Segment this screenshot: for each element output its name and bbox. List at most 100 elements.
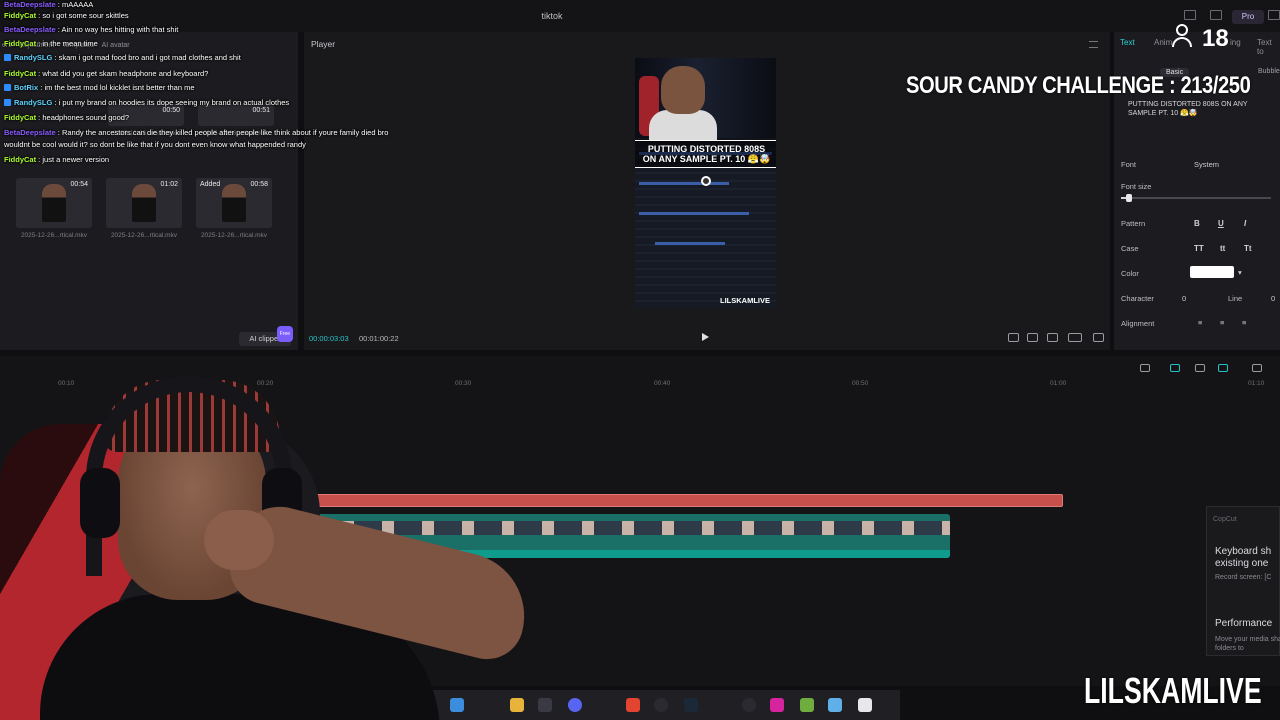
chat-text: Ain no way hes hitting with that shit xyxy=(61,25,179,34)
clip-duration: 00:58 xyxy=(250,181,268,188)
chat-message: FiddyCat : what did you get skam headpho… xyxy=(4,69,208,78)
color-label: Color xyxy=(1121,269,1139,278)
chat-badge-icon xyxy=(4,99,11,106)
chat-username: FiddyCat xyxy=(4,113,37,122)
menu-icon[interactable] xyxy=(1089,41,1098,48)
text-preview[interactable]: PUTTING DISTORTED 808S ON ANY SAMPLE PT.… xyxy=(1128,100,1248,118)
media-clip[interactable]: 00:54 2025-12-26...rtical.mkv xyxy=(16,178,92,239)
chat-message: FiddyCat : so i got some sour skittles xyxy=(4,11,129,20)
discord-icon[interactable] xyxy=(568,698,582,712)
align-right-icon[interactable]: ≡ xyxy=(1242,318,1246,327)
instagram-icon[interactable] xyxy=(770,698,784,712)
clip-thumbnail: 00:54 xyxy=(16,178,92,228)
project-title: tiktok xyxy=(541,11,563,21)
chat-text: Randy the ancestors can die they killed … xyxy=(61,128,389,137)
streamer-name: LILSKAMLIVE xyxy=(1084,670,1262,711)
steam-icon[interactable] xyxy=(684,698,698,712)
screen: tiktok Pro ers Adjustment Templates AI a… xyxy=(0,0,1280,720)
brave-icon[interactable] xyxy=(626,698,640,712)
window-icon[interactable] xyxy=(1210,10,1222,20)
preview-axis-icon[interactable] xyxy=(1195,364,1205,372)
tab-tracking[interactable]: ing xyxy=(1230,38,1241,47)
media-clip[interactable]: Added 00:58 2025-12-26...rtical.mkv xyxy=(196,178,272,239)
screenshot-icon[interactable] xyxy=(1047,333,1058,342)
subtab-bubble[interactable]: Bubble xyxy=(1258,68,1280,75)
chat-text: so i got some sour skittles xyxy=(42,11,129,20)
ratio-icon[interactable] xyxy=(1068,333,1082,342)
viewer-count: 18 xyxy=(1172,24,1229,53)
ai-clipper-button[interactable]: AI clipper Free xyxy=(239,326,293,346)
lowercase-button[interactable]: tt xyxy=(1220,244,1225,253)
total-timecode: 00:01:00:22 xyxy=(359,334,399,343)
rotate-handle[interactable] xyxy=(701,176,711,186)
preview-shirt xyxy=(649,110,717,140)
bold-button[interactable]: B xyxy=(1194,219,1200,228)
subtitle-icon[interactable] xyxy=(1027,333,1038,342)
pro-badge[interactable]: Pro xyxy=(1232,10,1264,24)
fullscreen-icon[interactable] xyxy=(1093,333,1104,342)
video-preview[interactable]: PUTTING DISTORTED 808S ON ANY SAMPLE PT.… xyxy=(635,58,776,308)
chat-username: BotRix xyxy=(14,83,39,92)
notepad-icon[interactable] xyxy=(828,698,842,712)
chat-username: BetaDeepslate xyxy=(4,25,56,34)
zoom-icon[interactable] xyxy=(1252,364,1262,372)
crop-icon[interactable] xyxy=(1008,333,1019,342)
play-icon[interactable] xyxy=(702,333,709,341)
chrome-icon[interactable] xyxy=(654,698,668,712)
stream-chat: BetaDeepslate : mAAAAA FiddyCat : so i go… xyxy=(0,0,420,170)
tab-text-to-speech[interactable]: Text to xyxy=(1257,38,1280,56)
tab-text[interactable]: Text xyxy=(1120,38,1135,47)
font-size-handle[interactable] xyxy=(1125,194,1132,202)
clip-name: 2025-12-26...rtical.mkv xyxy=(200,232,268,239)
font-select[interactable]: System xyxy=(1194,160,1219,169)
clip-preview-figure xyxy=(42,184,66,222)
uppercase-button[interactable]: TT xyxy=(1194,244,1204,253)
caption-text: PUTTING DISTORTED 808S ON ANY SAMPLE PT.… xyxy=(635,144,776,164)
4k-icon[interactable] xyxy=(742,698,756,712)
alignment-label: Alignment xyxy=(1121,319,1155,328)
italic-button[interactable]: I xyxy=(1244,219,1246,228)
align-left-icon[interactable]: ≡ xyxy=(1198,318,1202,327)
export-icon[interactable] xyxy=(1268,10,1280,20)
caption-line-1: PUTTING DISTORTED 808S xyxy=(647,144,766,154)
color-swatch[interactable] xyxy=(1190,266,1234,278)
caption-selection-box[interactable]: PUTTING DISTORTED 808S ON ANY SAMPLE PT.… xyxy=(635,140,776,168)
character-spacing-input[interactable]: 0 xyxy=(1182,294,1186,303)
layout-icon[interactable] xyxy=(1184,10,1196,20)
link-icon[interactable] xyxy=(1170,364,1180,372)
media-clip[interactable]: 01:02 2025-12-26...rtical.mkv xyxy=(106,178,182,239)
pattern-label: Pattern xyxy=(1121,219,1146,228)
character-label: Character xyxy=(1121,294,1154,303)
align-center-icon[interactable]: ≡ xyxy=(1220,318,1224,327)
microphone-icon[interactable] xyxy=(1140,364,1150,372)
game-icon[interactable] xyxy=(800,698,814,712)
clip-preview-figure xyxy=(222,184,246,222)
chat-username: RandySLG xyxy=(14,98,53,107)
clip-thumbnail: 01:02 xyxy=(106,178,182,228)
chevron-down-icon[interactable]: ▾ xyxy=(1238,268,1242,277)
tab-animation[interactable]: Anim xyxy=(1154,38,1172,47)
ruler-tick: 01:00 xyxy=(1050,380,1067,387)
tip-text-record: Record screen: [C xyxy=(1215,574,1272,581)
chat-text: im the best mod lol kicklet isnt better … xyxy=(44,83,195,92)
chat-text: headphones sound good? xyxy=(42,113,130,122)
headset-ear-cup xyxy=(80,468,120,538)
chat-message: BetaDeepslate : Ain no way hes hitting w… xyxy=(4,25,178,34)
store-icon[interactable] xyxy=(538,698,552,712)
ruler-tick: 00:50 xyxy=(852,380,869,387)
tips-popup[interactable]: CopCut Keyboard sh existing one Record s… xyxy=(1206,506,1280,656)
chat-message: FiddyCat : in the mean time xyxy=(4,39,98,48)
underline-button[interactable]: U xyxy=(1218,219,1224,228)
line-spacing-input[interactable]: 0 xyxy=(1271,294,1275,303)
chat-username: FiddyCat xyxy=(4,39,37,48)
font-label: Font xyxy=(1121,160,1137,169)
titlecase-button[interactable]: Tt xyxy=(1244,244,1252,253)
preview-watermark: LILSKAMLIVE xyxy=(720,296,770,305)
snap-icon[interactable] xyxy=(1218,364,1228,372)
chat-username: FiddyCat xyxy=(4,69,37,78)
capcut-icon[interactable] xyxy=(858,698,872,712)
chat-message: wouldnt be cool would it? so dont be lik… xyxy=(4,140,306,149)
font-size-slider[interactable] xyxy=(1121,194,1271,202)
chat-text: i put my brand on hoodies its dope seein… xyxy=(58,98,290,107)
chat-text: just a newer version xyxy=(42,155,110,164)
